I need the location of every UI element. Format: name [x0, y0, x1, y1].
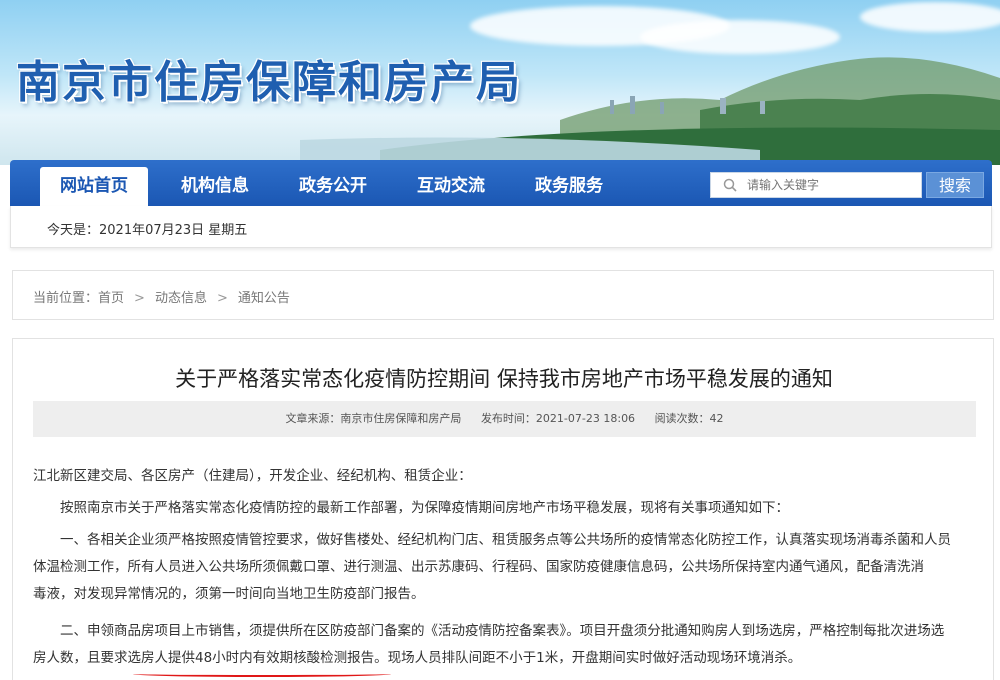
article-source: 文章来源：南京市住房保障和房产局 [285, 412, 462, 425]
chevron-right-icon: > [134, 291, 145, 306]
article-paragraph: 毒液，对发现异常情况的，须第一时间向当地卫生防疫部门报告。 [33, 586, 425, 602]
article-published-time: 发布时间：2021-07-23 18:06 [480, 412, 636, 425]
nav-organization[interactable]: 机构信息 [160, 167, 270, 206]
nav-government-affairs[interactable]: 政务公开 [278, 167, 388, 206]
nav-services[interactable]: 政务服务 [514, 167, 624, 206]
article-container: 关于严格落实常态化疫情防控期间 保持我市房地产市场平稳发展的通知 文章来源：南京… [12, 338, 994, 680]
article-paragraph: 按照南京市关于严格落实常态化疫情防控的最新工作部署，为保障疫情期间房地产市场平稳… [33, 500, 789, 516]
date-bar: 今天是：2021年07月23日 星期五 [10, 206, 992, 248]
breadcrumb-home[interactable]: 首页 [98, 291, 124, 306]
breadcrumb-news[interactable]: 动态信息 [155, 291, 207, 306]
article-paragraph: 二、申领商品房项目上市销售，须提供所在区防疫部门备案的《活动疫情防控备案表》。项… [33, 623, 945, 639]
article-view-count: 阅读次数：42 [654, 412, 724, 425]
site-title: 南京市住房保障和房产局 [16, 57, 522, 108]
breadcrumb: 当前位置：首页 > 动态信息 > 通知公告 [12, 270, 994, 320]
search-icon [723, 178, 737, 192]
search-button[interactable]: 搜索 [926, 172, 984, 198]
article-paragraph: 江北新区建交局、各区房产（住建局），开发企业、经纪机构、租赁企业： [33, 468, 472, 484]
article-title: 关于严格落实常态化疫情防控期间 保持我市房地产市场平稳发展的通知 [175, 367, 833, 391]
search-box [710, 172, 922, 198]
article-meta: 文章来源：南京市住房保障和房产局 发布时间：2021-07-23 18:06 阅… [33, 401, 976, 437]
breadcrumb-notices[interactable]: 通知公告 [238, 291, 290, 306]
nav-home[interactable]: 网站首页 [40, 167, 148, 206]
article-paragraph: 房人数，且要求选房人提供48小时内有效期核酸检测报告。现场人员排队间距不小于1米… [33, 650, 802, 666]
breadcrumb-prefix: 当前位置： [33, 291, 99, 306]
red-highlight-underline [133, 671, 391, 677]
main-navigation: 网站首页 机构信息 政务公开 互动交流 政务服务 搜索 [10, 160, 992, 206]
article-paragraph: 体温检测工作，所有人员进入公共场所须佩戴口罩、进行测温、出示苏康码、行程码、国家… [33, 559, 924, 575]
nav-interaction[interactable]: 互动交流 [396, 167, 506, 206]
search-input[interactable] [747, 173, 917, 197]
chevron-right-icon: > [216, 291, 228, 306]
article-paragraph: 一、各相关企业须严格按照疫情管控要求，做好售楼处、经纪机构门店、租赁服务点等公共… [33, 532, 951, 548]
header-banner: 南京市住房保障和房产局 [0, 0, 1000, 165]
current-date: 今天是：2021年07月23日 星期五 [47, 223, 248, 238]
